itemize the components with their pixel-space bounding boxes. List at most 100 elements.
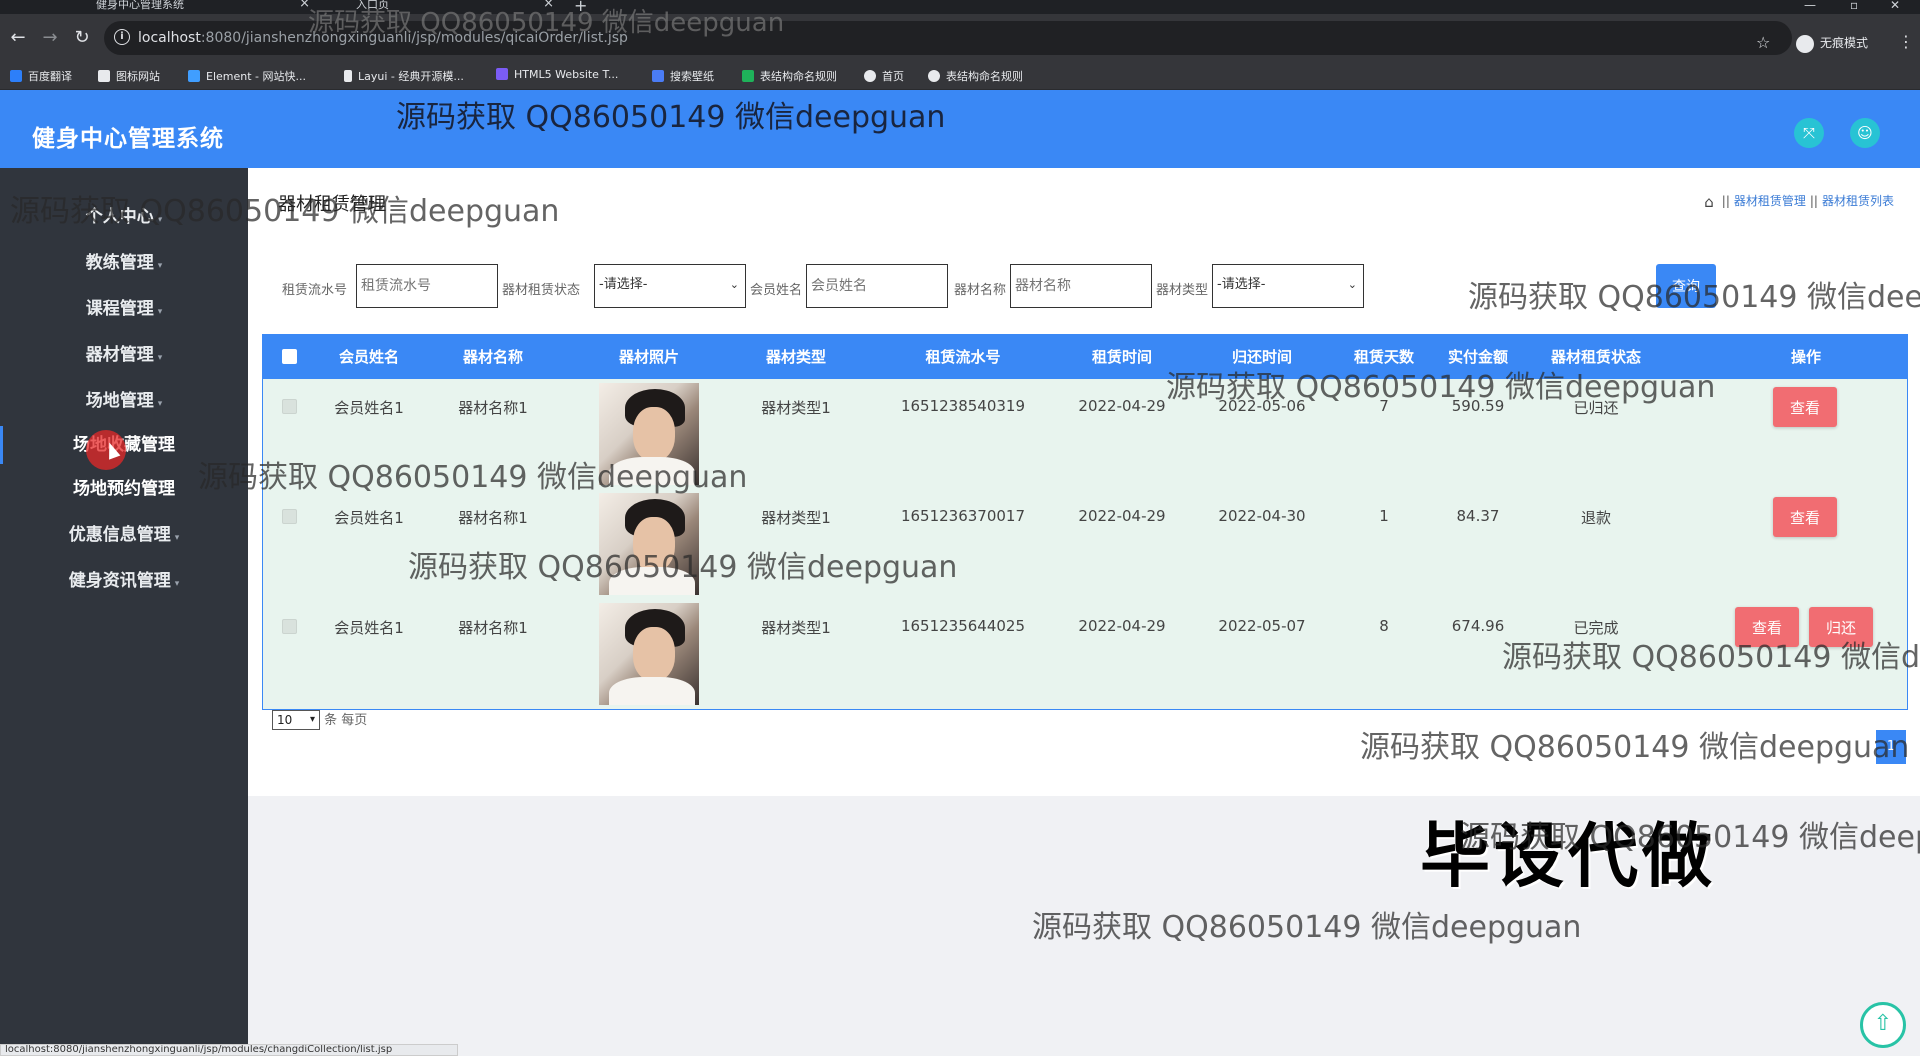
user-icon[interactable]: ☺ [1850,118,1880,148]
return-button[interactable]: 归还 [1809,607,1873,647]
layui-icon [344,70,352,82]
page-size-select[interactable]: 10 ▾ [272,710,320,730]
breadcrumb-separator: || [1721,194,1730,208]
cursor-click-indicator [86,430,126,470]
equipment-photo [599,383,699,485]
html5-icon [496,68,508,80]
forward-icon[interactable]: → [38,26,62,50]
query-button[interactable]: 查询 [1656,264,1716,308]
close-icon[interactable]: × [543,0,554,10]
photo-detail [633,627,675,681]
reload-icon[interactable]: ↻ [70,26,94,50]
new-tab-icon[interactable]: + [574,0,587,15]
sidebar-item-label: 个人中心 [85,207,154,227]
select-all-checkbox[interactable] [282,349,297,364]
type-select[interactable]: -请选择- ⌄ [1212,264,1364,308]
sheet-icon [742,70,754,82]
bookmark-item[interactable]: Layui - 经典开源模... [344,68,464,84]
browser-tab-bar: 健身中心管理系统 × 入口页 × + — ▫ ✕ [0,0,1920,15]
minimize-icon[interactable]: — [1804,0,1816,12]
cell-type: 器材类型1 [761,619,831,637]
cell-days: 7 [1379,397,1389,415]
bookmark-item[interactable]: HTML5 Website T... [496,68,618,81]
url-input[interactable]: i localhost:8080/jianshenzhongxinguanli/… [104,21,1792,55]
member-input[interactable] [806,264,948,308]
scroll-top-icon[interactable]: ⇧ [1860,1002,1906,1048]
row-checkbox[interactable] [282,399,297,414]
browser-menu-icon[interactable]: ⋮ [1898,32,1914,51]
bookmark-item[interactable]: 搜索壁纸 [652,68,714,84]
row-checkbox[interactable] [282,509,297,524]
bookmark-item[interactable]: Element - 网站快... [188,68,306,84]
globe-icon [864,70,876,82]
cell-equipment-name: 器材名称1 [458,619,528,637]
bookmark-label: 搜索壁纸 [670,70,714,83]
cell-equipment-name: 器材名称1 [458,509,528,527]
view-button[interactable]: 查看 [1773,387,1837,427]
type-label: 器材类型 [1156,283,1209,298]
row-checkbox[interactable] [282,619,297,634]
bookmark-item[interactable]: 图标网站 [98,68,160,84]
chevron-down-icon: ⌄ [1347,278,1357,291]
maximize-icon[interactable]: ▫ [1850,0,1858,12]
cell-rent-date: 2022-04-29 [1078,617,1166,635]
column-header: 归还时间 [1231,348,1292,366]
breadcrumb-item[interactable]: 器材租赁列表 [1822,194,1894,208]
cell-days: 1 [1379,507,1389,525]
status-select[interactable]: -请选择- ⌄ [594,264,746,308]
cell-member: 会员姓名1 [334,619,404,637]
cell-order-no: 1651236370017 [900,507,1026,525]
back-icon[interactable]: ← [6,26,30,50]
close-icon[interactable]: × [299,0,310,10]
sidebar-item-venue-booking[interactable]: 场地预约管理 [0,474,248,499]
order-no-input[interactable] [356,264,498,308]
chevron-down-icon: ▾ [157,353,163,363]
cell-amount: 84.37 [1456,507,1500,525]
pagination-page-button[interactable]: 1 [1876,730,1906,764]
sidebar-item-label: 课程管理 [85,299,154,319]
bookmark-label: 图标网站 [116,70,160,83]
bookmark-star-icon[interactable]: ☆ [1756,33,1770,52]
browser-tab-1[interactable]: 健身中心管理系统 × [70,0,310,14]
photo-detail [609,567,695,595]
sidebar-item-news[interactable]: 健身资讯管理 ▾ [0,566,248,591]
browser-tab-2-title: 入口页 [356,0,389,11]
cell-member: 会员姓名1 [334,399,404,417]
sidebar-item-coach[interactable]: 教练管理 ▾ [0,248,248,273]
order-no-label: 租赁流水号 [282,283,348,298]
browser-tab-2[interactable]: 入口页 × [330,0,554,14]
equipment-input[interactable] [1010,264,1152,308]
member-label: 会员姓名 [750,283,803,298]
sidebar-item-equipment[interactable]: 器材管理 ▾ [0,340,248,365]
sidebar-item-venue[interactable]: 场地管理 ▾ [0,386,248,411]
breadcrumb-separator: || [1809,194,1818,208]
cell-status: 退款 [1580,509,1611,527]
incognito-indicator[interactable]: 无痕模式 [1796,34,1868,53]
sidebar-item-discount[interactable]: 优惠信息管理 ▾ [0,520,248,545]
cell-order-no: 1651235644025 [900,617,1026,635]
window-close-icon[interactable]: ✕ [1890,0,1900,12]
sidebar-item-course[interactable]: 课程管理 ▾ [0,294,248,319]
bookmark-item[interactable]: 百度翻译 [10,68,72,84]
bookmark-label: Layui - 经典开源模... [358,70,464,83]
site-info-icon[interactable]: i [114,29,130,45]
browser-status-url: localhost:8080/jianshenzhongxinguanli/js… [0,1044,458,1056]
breadcrumb-item[interactable]: 器材租赁管理 [1734,194,1806,208]
cell-equipment-name: 器材名称1 [458,399,528,417]
home-icon[interactable]: ⌂ [1704,193,1714,211]
bookmark-item[interactable]: 表结构命名规则 [742,68,837,84]
column-header: 租赁时间 [1091,348,1152,366]
equipment-photo [599,603,699,705]
app-header: 健身中心管理系统 ⤧ ☺ [0,90,1920,168]
url-host: localhost [138,30,201,46]
view-button[interactable]: 查看 [1773,497,1837,537]
bookmark-label: 表结构命名规则 [760,70,837,83]
bookmark-item[interactable]: 首页 [864,68,904,84]
sidebar-item-profile[interactable]: 个人中心 ▾ [0,202,248,227]
cell-amount: 674.96 [1451,617,1505,635]
bookmarks-bar: 百度翻译 图标网站 Element - 网站快... Layui - 经典开源模… [0,62,1920,90]
bookmark-item[interactable]: 表结构命名规则 [928,68,1023,84]
cell-return-date: 2022-05-07 [1218,617,1306,635]
view-button[interactable]: 查看 [1735,607,1799,647]
fullscreen-icon[interactable]: ⤧ [1794,118,1824,148]
